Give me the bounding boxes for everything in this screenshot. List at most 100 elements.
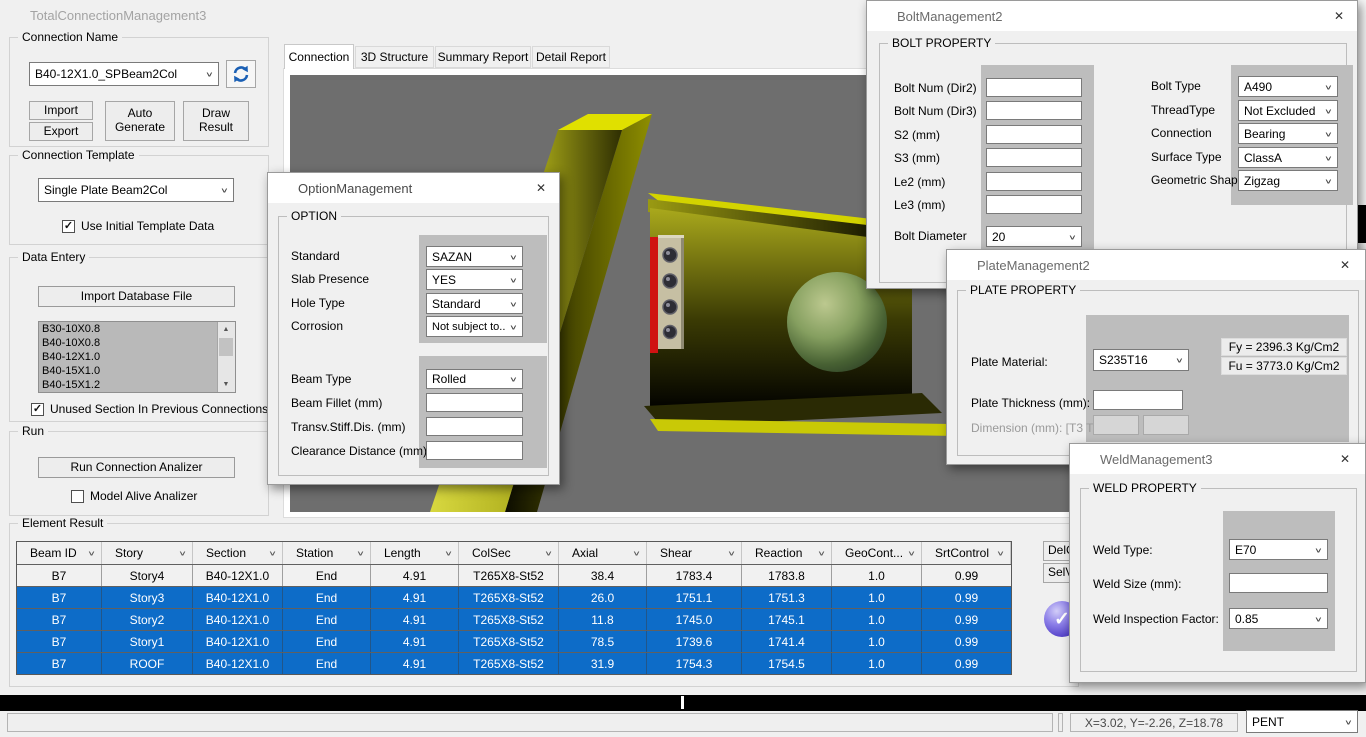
column-header-geocont[interactable]: GeoCont...	[832, 542, 922, 564]
auto-generate-button[interactable]: Auto Generate	[105, 101, 175, 141]
tab-connection-label: Connection	[289, 50, 350, 64]
close-icon[interactable]	[1331, 8, 1347, 24]
filter-chevron-icon[interactable]	[87, 546, 96, 560]
column-header-section[interactable]: Section	[193, 542, 283, 564]
bolt-diameter-combo[interactable]: 20	[986, 226, 1082, 247]
plate-material-combo[interactable]: S235T16	[1093, 349, 1189, 371]
column-header-axial[interactable]: Axial	[559, 542, 647, 564]
filter-chevron-icon[interactable]	[996, 546, 1005, 560]
filter-chevron-icon[interactable]	[907, 546, 916, 560]
column-header-shear[interactable]: Shear	[647, 542, 742, 564]
bolt-highlight	[666, 277, 670, 281]
tab-detail-report[interactable]: Detail Report	[532, 46, 610, 68]
column-header-colsec[interactable]: ColSec	[459, 542, 559, 564]
plate-thickness-input[interactable]	[1093, 390, 1183, 410]
bolt-type-combo[interactable]: A490	[1238, 76, 1338, 97]
le2-label: Le2 (mm)	[894, 175, 945, 189]
model-alive-analizer-checkbox[interactable]: Model Alive Analizer	[71, 489, 197, 503]
scroll-up-icon[interactable]	[218, 322, 234, 337]
column-header-length[interactable]: Length	[371, 542, 459, 564]
draw-result-button[interactable]: Draw Result	[183, 101, 249, 141]
slab-presence-combo[interactable]: YES	[426, 269, 523, 290]
filter-chevron-icon[interactable]	[817, 546, 826, 560]
scroll-down-icon[interactable]	[218, 377, 234, 392]
listbox-scrollbar[interactable]	[217, 322, 235, 392]
weld-inspection-factor-combo[interactable]: 0.85	[1229, 608, 1328, 629]
hole-type-combo[interactable]: Standard	[426, 293, 523, 314]
filter-chevron-icon[interactable]	[544, 546, 553, 560]
filter-chevron-icon[interactable]	[444, 546, 453, 560]
table-row-selected[interactable]: B7 Story3 B40-12X1.0 End 4.91 T265X8-St5…	[17, 586, 1011, 608]
dimension-t3-input[interactable]	[1093, 415, 1139, 435]
standard-combo[interactable]: SAZAN	[426, 246, 523, 267]
list-item[interactable]: B40-12X1.0	[39, 350, 217, 364]
list-item[interactable]: B40-15X1.0	[39, 364, 217, 378]
tab-summary-report[interactable]: Summary Report	[435, 46, 531, 68]
import-button[interactable]: Import	[29, 101, 93, 120]
table-row-selected[interactable]: B7 Story2 B40-12X1.0 End 4.91 T265X8-St5…	[17, 608, 1011, 630]
le2-input[interactable]	[986, 172, 1082, 191]
section-listbox[interactable]: B30-10X0.8 B40-10X0.8 B40-12X1.0 B40-15X…	[38, 321, 236, 393]
refresh-button[interactable]	[226, 60, 256, 88]
dimension-t2-input[interactable]	[1143, 415, 1189, 435]
connection-combo[interactable]: Bearing	[1238, 123, 1338, 144]
table-row-selected[interactable]: B7 Story1 B40-12X1.0 End 4.91 T265X8-St5…	[17, 630, 1011, 652]
table-row[interactable]: B7 Story4 B40-12X1.0 End 4.91 T265X8-St5…	[17, 564, 1011, 586]
chevron-down-icon	[1340, 715, 1357, 729]
use-initial-template-checkbox[interactable]: Use Initial Template Data	[62, 219, 214, 233]
table-header-row: Beam ID Story Section Station Length Col…	[17, 542, 1011, 564]
beam-type-combo[interactable]: Rolled	[426, 369, 523, 389]
column-header-station[interactable]: Station	[283, 542, 371, 564]
unit-combo[interactable]: PENT	[1246, 710, 1358, 733]
filter-chevron-icon[interactable]	[632, 546, 641, 560]
import-database-button[interactable]: Import Database File	[38, 286, 235, 307]
close-icon[interactable]	[533, 180, 549, 196]
bolt-num-dir3-input[interactable]	[986, 101, 1082, 120]
bolt-icon	[663, 300, 677, 314]
cell-geocont: 1.0	[832, 565, 922, 586]
corrosion-combo[interactable]: Not subject to...	[426, 316, 523, 337]
list-item[interactable]: B40-15X1.2	[39, 378, 217, 392]
weld-dialog-titlebar[interactable]: WeldManagement3	[1070, 444, 1365, 474]
column-header-story[interactable]: Story	[102, 542, 193, 564]
column-header-reaction[interactable]: Reaction	[742, 542, 832, 564]
filter-chevron-icon[interactable]	[268, 546, 277, 560]
plate-dialog-titlebar[interactable]: PlateManagement2	[947, 250, 1365, 280]
weld-type-label: Weld Type:	[1093, 543, 1153, 557]
le3-input[interactable]	[986, 195, 1082, 214]
thread-type-combo[interactable]: Not Excluded	[1238, 100, 1338, 121]
tab-connection[interactable]: Connection	[284, 44, 354, 69]
geometric-shape-combo[interactable]: Zigzag	[1238, 170, 1338, 191]
s2-input[interactable]	[986, 125, 1082, 144]
filter-chevron-icon[interactable]	[178, 546, 187, 560]
weld-size-input[interactable]	[1229, 573, 1328, 593]
bolt-num-dir2-input[interactable]	[986, 78, 1082, 97]
scrollbar-thumb[interactable]	[219, 338, 233, 356]
header-label: Shear	[660, 546, 692, 560]
filter-chevron-icon[interactable]	[356, 546, 365, 560]
connection-template-combo[interactable]: Single Plate Beam2Col	[38, 178, 234, 202]
tab-3d-structure[interactable]: 3D Structure	[355, 46, 434, 68]
table-row-selected[interactable]: B7 ROOF B40-12X1.0 End 4.91 T265X8-St52 …	[17, 652, 1011, 674]
connection-name-combo[interactable]: B40-12X1.0_SPBeam2Col	[29, 62, 219, 86]
filter-chevron-icon[interactable]	[727, 546, 736, 560]
weld-type-combo[interactable]: E70	[1229, 539, 1328, 560]
clearance-distance-input[interactable]	[426, 441, 523, 460]
list-item[interactable]: B30-10X0.8	[39, 322, 217, 336]
column-header-srtcontrol[interactable]: SrtControl	[922, 542, 1011, 564]
beam-fillet-input[interactable]	[426, 393, 523, 412]
standard-value: SAZAN	[427, 250, 505, 264]
column-header-beam-id[interactable]: Beam ID	[17, 542, 102, 564]
export-button[interactable]: Export	[29, 122, 93, 141]
option-dialog-titlebar[interactable]: OptionManagement	[268, 173, 559, 203]
close-icon[interactable]	[1337, 451, 1353, 467]
unused-section-checkbox[interactable]: Unused Section In Previous Connections	[31, 402, 268, 416]
close-icon[interactable]	[1337, 257, 1353, 273]
s3-input[interactable]	[986, 148, 1082, 167]
bolt-dialog-titlebar[interactable]: BoltManagement2	[867, 1, 1357, 31]
cell-length: 4.91	[371, 609, 459, 630]
list-item[interactable]: B40-10X0.8	[39, 336, 217, 350]
run-connection-analizer-button[interactable]: Run Connection Analizer	[38, 457, 235, 478]
surface-type-combo[interactable]: ClassA	[1238, 147, 1338, 168]
transv-stiff-dis-input[interactable]	[426, 417, 523, 436]
